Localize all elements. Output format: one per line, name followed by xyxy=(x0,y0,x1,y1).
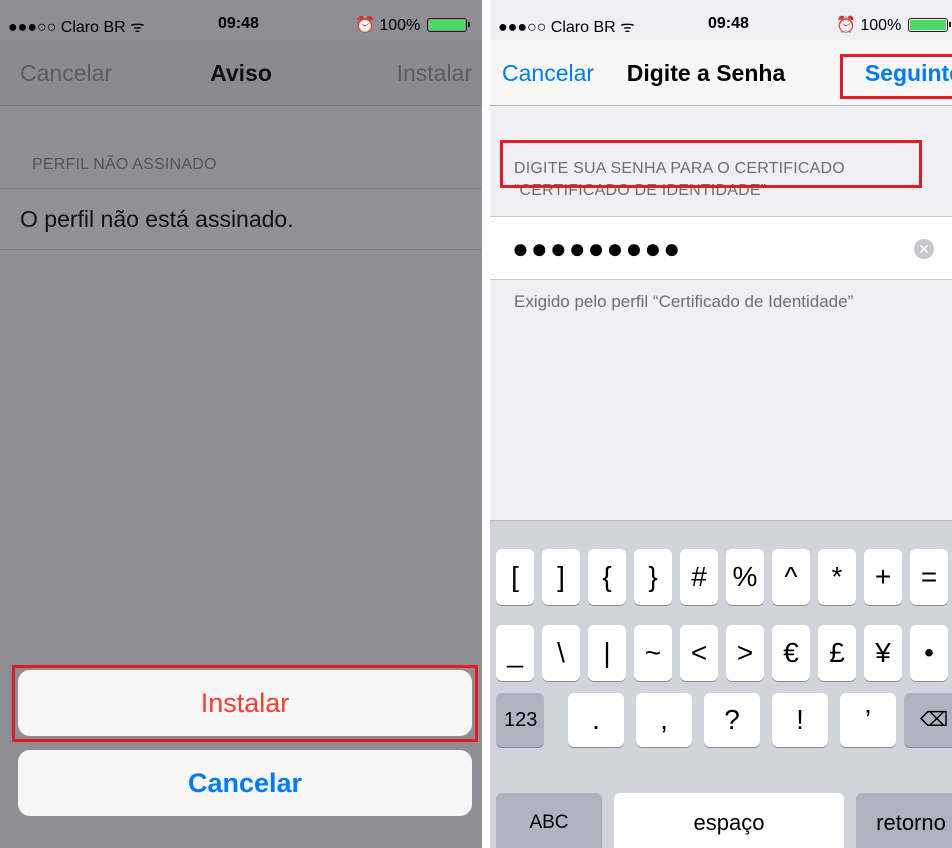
key[interactable]: \ xyxy=(542,625,580,681)
carrier-label: ●●●○○ Claro BR ᯤ xyxy=(498,19,635,36)
password-field[interactable]: ●●●●●●●●● ✕ xyxy=(490,216,952,280)
key[interactable]: . xyxy=(568,693,624,747)
key[interactable]: # xyxy=(680,549,718,605)
battery-percent: 100% xyxy=(379,17,421,34)
battery-fill xyxy=(909,20,946,30)
key[interactable]: = xyxy=(910,549,948,605)
profile-status-text: O perfil não está assinado. xyxy=(20,206,294,232)
cancel-sheet-button[interactable]: Cancelar xyxy=(18,750,472,816)
unsigned-profile-warning-screen: ●●●○○ Claro BR ᯤ 09:48 ⏰ 100% Cancelar A… xyxy=(0,0,482,848)
return-key[interactable]: retorno xyxy=(856,793,952,848)
key[interactable]: < xyxy=(680,625,718,681)
key[interactable]: | xyxy=(588,625,626,681)
battery-indicator: ⏰ 100% xyxy=(355,15,470,35)
enter-password-screen: ●●●○○ Claro BR ᯤ 09:48 ⏰ 100% Cancelar D… xyxy=(490,0,952,848)
key[interactable]: ¥ xyxy=(864,625,902,681)
clock-time: 09:48 xyxy=(218,15,259,32)
profile-status-cell: O perfil não está assinado. xyxy=(0,188,482,250)
navigation-bar: Cancelar Digite a Senha Seguinte xyxy=(490,40,952,106)
key[interactable]: € xyxy=(772,625,810,681)
key[interactable]: , xyxy=(636,693,692,747)
battery-icon xyxy=(907,18,951,32)
clock-time: 09:48 xyxy=(708,15,749,32)
battery-fill xyxy=(428,20,465,30)
key[interactable]: > xyxy=(726,625,764,681)
key[interactable]: £ xyxy=(818,625,856,681)
abc-key[interactable]: ABC xyxy=(496,793,602,848)
space-key[interactable]: espaço xyxy=(614,793,844,848)
key[interactable]: [ xyxy=(496,549,534,605)
divider xyxy=(482,0,490,848)
password-value: ●●●●●●●●● xyxy=(512,233,683,264)
section-header-line1: DIGITE SUA SENHA PARA O CERTIFICADO xyxy=(514,160,845,177)
clear-text-icon[interactable]: ✕ xyxy=(914,239,934,259)
alarm-icon: ⏰ xyxy=(836,17,856,34)
battery-indicator: ⏰ 100% xyxy=(836,15,951,35)
key[interactable]: ? xyxy=(704,693,760,747)
key[interactable]: • xyxy=(910,625,948,681)
status-bar: ●●●○○ Claro BR ᯤ 09:48 ⏰ 100% xyxy=(490,0,952,40)
key[interactable]: } xyxy=(634,549,672,605)
key[interactable]: ~ xyxy=(634,625,672,681)
key[interactable]: + xyxy=(864,549,902,605)
keyboard: []{} #% ^ * + = _ \ | ~ < > € £ ¥ • 123 .,?!’ ⌫ ABC es… xyxy=(490,520,952,848)
status-bar: ●●●○○ Claro BR ᯤ 09:48 ⏰ 100% xyxy=(0,0,482,40)
numbers-mode-key[interactable]: 123 xyxy=(496,693,544,747)
alarm-icon: ⏰ xyxy=(355,17,375,34)
install-nav-button[interactable]: Instalar xyxy=(397,60,472,87)
key[interactable]: { xyxy=(588,549,626,605)
navigation-bar: Cancelar Aviso Instalar xyxy=(0,40,482,106)
next-button[interactable]: Seguinte xyxy=(865,60,952,87)
key[interactable]: ! xyxy=(772,693,828,747)
carrier-label: ●●●○○ Claro BR ᯤ xyxy=(8,19,145,36)
install-sheet-button[interactable]: Instalar xyxy=(18,670,472,736)
password-section-header: DIGITE SUA SENHA PARA O CERTIFICADO “CER… xyxy=(514,158,845,202)
required-by-note: Exigido pelo perfil “Certificado de Iden… xyxy=(514,292,854,311)
key[interactable]: ^ xyxy=(772,549,810,605)
key[interactable]: ] xyxy=(542,549,580,605)
key[interactable]: ’ xyxy=(840,693,896,747)
backspace-icon[interactable]: ⌫ xyxy=(904,693,952,747)
key[interactable]: % xyxy=(726,549,764,605)
battery-percent: 100% xyxy=(860,17,902,34)
key[interactable]: _ xyxy=(496,625,534,681)
battery-icon xyxy=(426,18,470,32)
section-header-line2: “CERTIFICADO DE IDENTIDADE” xyxy=(514,182,767,199)
key[interactable]: * xyxy=(818,549,856,605)
section-header: PERFIL NÃO ASSINADO xyxy=(32,156,217,173)
